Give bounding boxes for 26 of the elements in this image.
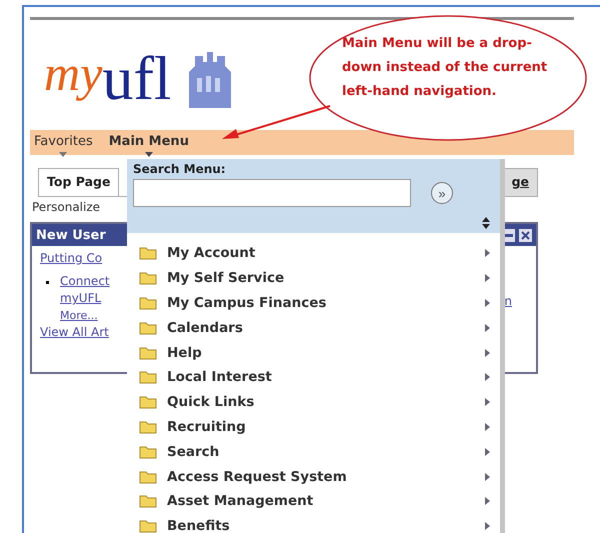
menu-entry[interactable]: Recruiting <box>127 414 500 440</box>
article-link[interactable]: n <box>504 294 512 345</box>
menu-entry[interactable]: Calendars <box>127 315 500 340</box>
callout-text: Main Menu will be a drop-down instead of the current left-hand navigation. <box>342 35 548 101</box>
menu-entry[interactable]: Access Request System <box>127 464 500 489</box>
tab[interactable]: Top Page <box>38 168 120 196</box>
menu-entry[interactable]: My Account <box>127 241 500 266</box>
menu-entry[interactable]: Search <box>127 439 500 464</box>
menu-entry[interactable]: My Self Service <box>127 266 500 291</box>
tab[interactable]: ge <box>502 168 538 196</box>
panel-title: New User <box>36 228 107 242</box>
menu-entry[interactable]: Help <box>127 340 500 365</box>
article-link[interactable]: myUFL <box>40 292 110 306</box>
go-button[interactable]: » <box>431 182 453 204</box>
menu-item[interactable]: Main Menu <box>108 134 189 151</box>
article-link[interactable]: Connect <box>40 275 110 288</box>
article-link[interactable]: Putting Co <box>40 252 110 266</box>
search-label: Search Menu: <box>133 162 227 176</box>
menu-entry[interactable]: Local Interest <box>127 364 500 390</box>
article-link[interactable]: More... <box>40 310 110 322</box>
menu-entry[interactable]: Benefits <box>127 514 500 533</box>
menu-entry[interactable]: My Campus Finances <box>127 290 500 316</box>
menu-item[interactable]: Favorites <box>34 134 93 151</box>
menu-entry[interactable]: Quick Links <box>127 390 500 415</box>
article-link[interactable]: View All Art <box>40 326 110 339</box>
menu-entry[interactable]: Asset Management <box>127 488 500 514</box>
